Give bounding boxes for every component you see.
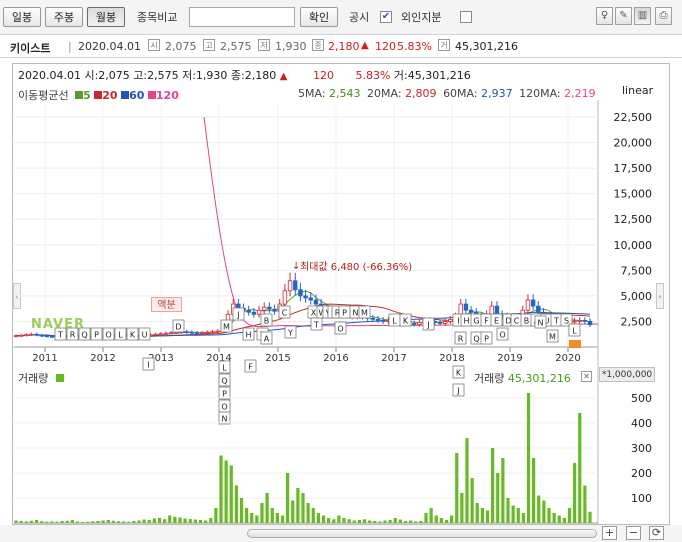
open-label: 시 <box>148 39 160 51</box>
chart-header-change: 120 <box>312 69 334 82</box>
ma60-swatch <box>121 91 130 99</box>
ma120-swatch <box>147 91 156 99</box>
ma20-label: 20 <box>102 89 118 102</box>
ma5-swatch <box>75 91 84 99</box>
chart-header: 2020.04.01 시:2,075 고:2,575 저:1,930 종:2,1… <box>18 67 471 83</box>
chart-header-arrow-icon: ▲ <box>279 71 288 82</box>
volume-value: 45,301,216 <box>455 40 518 53</box>
scale-label[interactable]: linear <box>622 84 653 97</box>
pen-icon[interactable]: ✎ <box>615 7 632 25</box>
monthly-button[interactable]: 월봉 <box>87 7 125 27</box>
chart-frame <box>12 63 670 525</box>
foreign-label: 외인지분 <box>401 11 442 24</box>
volume-unit: *1,000,000 <box>599 367 655 382</box>
stock-info-bar: 키이스트 | 2020.04.01 시 2,075 고 2,575 저 1,93… <box>0 35 682 58</box>
low-label: 저 <box>258 39 270 51</box>
daily-button[interactable]: 일봉 <box>3 7 41 27</box>
weekly-button[interactable]: 주봉 <box>45 7 83 27</box>
ma5-label: 5 <box>83 89 91 102</box>
close-value: 2,180 <box>328 40 360 53</box>
naver-watermark: NAVER <box>31 317 86 332</box>
refresh-button[interactable]: ⟳ <box>649 526 664 540</box>
volume-right-readout: 거래량 45,301,216 <box>474 370 571 386</box>
toolbar: 일봉 주봉 월봉 종목비교 확인 공시 ✔ 외인지분 ♀ ✎ ▥ ⎙ <box>0 0 682 35</box>
change-arrow-icon: ▲ <box>361 40 369 51</box>
ma120-value-label: 120MA: <box>519 87 561 100</box>
bulb-icon[interactable]: ♀ <box>596 7 613 25</box>
zoom-out-button[interactable]: − <box>626 526 641 540</box>
chart-header-ohlc: 2020.04.01 시:2,075 고:2,575 저:1,930 종:2,1… <box>18 69 277 82</box>
ma60-value-label: 60MA: <box>443 87 478 100</box>
chart-scrollbar[interactable] <box>247 529 597 538</box>
max-arrow-icon: ↓ <box>292 261 301 272</box>
chart-header-change-pct: 5.83% <box>355 69 391 82</box>
ma-legend-title: 이동평균선 <box>18 89 69 102</box>
volume-right-value: 45,301,216 <box>507 372 571 385</box>
volume-close-icon[interactable]: ✕ <box>581 371 592 382</box>
scroll-left-icon[interactable]: ‹ <box>13 283 21 309</box>
disclosure-label: 공시 <box>349 11 370 24</box>
open-value: 2,075 <box>165 40 197 53</box>
print-icon[interactable]: ⎙ <box>655 7 672 25</box>
separator: | <box>68 40 72 53</box>
compare-label: 종목비교 <box>137 11 178 24</box>
high-value: 2,575 <box>220 40 252 53</box>
ma20-value-label: 20MA: <box>367 87 402 100</box>
stock-name: 키이스트 <box>10 42 51 55</box>
ma-legend: 이동평균선 5 20 60 120 <box>18 87 179 103</box>
disclosure-checkbox[interactable]: ✔ <box>380 11 392 23</box>
compare-input[interactable] <box>189 7 295 27</box>
ma5-value-label: 5MA: <box>298 87 326 100</box>
ma-values: 5MA: 2,543 20MA: 2,809 60MA: 2,937 120MA… <box>298 87 596 100</box>
stock-date: 2020.04.01 <box>78 40 141 53</box>
confirm-button[interactable]: 확인 <box>300 7 338 27</box>
ma5-value: 2,543 <box>329 87 361 100</box>
volume-title: 거래량 <box>18 372 49 385</box>
chart-header-volume: 거:45,301,216 <box>393 69 471 82</box>
low-value: 1,930 <box>275 40 307 53</box>
volume-panel-label: 거래량 <box>18 370 64 386</box>
volume-right-label: 거래량 <box>474 372 505 385</box>
close-label: 종 <box>312 39 324 51</box>
change-pct: 5.83% <box>397 40 432 53</box>
zoom-in-button[interactable]: + <box>602 526 617 540</box>
chart-toggle-icon[interactable]: ▥ <box>634 7 651 25</box>
scroll-right-icon[interactable]: › <box>656 283 664 309</box>
foreign-checkbox[interactable] <box>460 11 472 23</box>
high-label: 고 <box>203 39 215 51</box>
change-value: 120 <box>375 40 396 53</box>
ma60-label: 60 <box>129 89 145 102</box>
dividend-badge[interactable]: 액분 <box>151 297 182 312</box>
ma20-value: 2,809 <box>405 87 437 100</box>
ma120-label: 120 <box>155 89 179 102</box>
volume-swatch <box>55 374 64 382</box>
max-annotation: 최대값 6,480 (-66.36%) <box>300 262 413 273</box>
ma120-value: 2,219 <box>564 87 596 100</box>
ma60-value: 2,937 <box>481 87 513 100</box>
volume-label: 거 <box>438 39 450 51</box>
